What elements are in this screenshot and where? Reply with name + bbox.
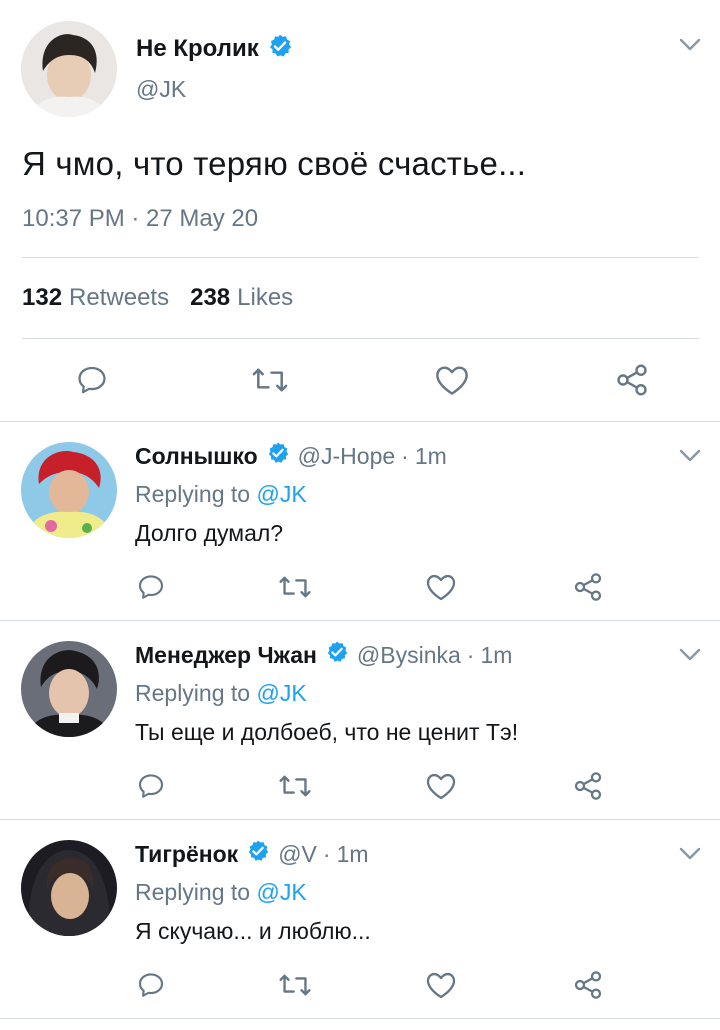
chevron-down-icon[interactable] — [679, 847, 701, 861]
display-name[interactable]: Менеджер Чжан — [135, 642, 317, 669]
separator-dot: · — [322, 840, 331, 867]
reply-tweet[interactable]: Солнышко @J-Hope · 1m Replying to @JK До… — [0, 422, 720, 621]
replying-to: Replying to @JK — [135, 879, 307, 906]
reply-icon[interactable] — [134, 968, 168, 1002]
verified-badge-icon — [246, 839, 270, 869]
handle[interactable]: @J-Hope — [298, 443, 396, 470]
mention-link[interactable]: @JK — [256, 680, 306, 706]
replying-to: Replying to @JK — [135, 481, 307, 508]
retweet-icon[interactable] — [276, 570, 314, 604]
separator-dot: · — [466, 641, 475, 668]
replying-prefix: Replying to — [135, 879, 251, 905]
chevron-down-icon[interactable] — [679, 648, 701, 662]
divider — [22, 338, 699, 339]
display-name[interactable]: Тигрёнок — [135, 841, 238, 868]
chevron-down-icon[interactable] — [679, 38, 701, 52]
chevron-down-icon[interactable] — [679, 449, 701, 463]
tweet-text: Я скучаю... и люблю... — [135, 918, 371, 944]
retweet-icon[interactable] — [248, 360, 292, 400]
relative-time[interactable]: 1m — [337, 841, 369, 868]
retweets-stat[interactable]: 132 Retweets — [22, 284, 169, 312]
engagement-stats: 132 Retweets 238 Likes — [22, 284, 293, 312]
tweet-actions — [0, 570, 720, 604]
verified-badge-icon — [267, 33, 293, 64]
mention-link[interactable]: @JK — [256, 481, 306, 507]
tweet-actions — [0, 769, 720, 803]
main-tweet: Не Кролик @JK Я чмо, что теряю своё счас… — [0, 0, 720, 422]
replying-prefix: Replying to — [135, 481, 251, 507]
tweet-actions — [0, 360, 720, 400]
retweet-icon[interactable] — [276, 769, 314, 803]
retweet-icon[interactable] — [276, 968, 314, 1002]
retweets-count: 132 — [22, 284, 63, 311]
avatar[interactable] — [21, 840, 117, 936]
reply-icon[interactable] — [134, 769, 168, 803]
reply-tweet[interactable]: Тигрёнок @V · 1m Replying to @JK Я скуча… — [0, 820, 720, 1019]
display-name[interactable]: Не Кролик — [136, 35, 259, 63]
tweet-text: Я чмо, что теряю своё счастье... — [22, 145, 527, 182]
handle[interactable]: @Bysinka — [357, 642, 461, 669]
replying-prefix: Replying to — [135, 680, 251, 706]
reply-tweet[interactable]: Менеджер Чжан @Bysinka · 1m Replying to … — [0, 621, 720, 820]
share-icon[interactable] — [612, 360, 652, 400]
relative-time[interactable]: 1m — [480, 642, 512, 669]
separator — [0, 1018, 720, 1019]
share-icon[interactable] — [571, 570, 605, 604]
replying-to: Replying to @JK — [135, 680, 307, 707]
share-icon[interactable] — [571, 968, 605, 1002]
divider — [22, 257, 699, 258]
display-name[interactable]: Солнышко — [135, 443, 258, 470]
heart-icon[interactable] — [424, 570, 458, 604]
share-icon[interactable] — [571, 769, 605, 803]
heart-icon[interactable] — [424, 968, 458, 1002]
retweets-label: Retweets — [69, 284, 170, 311]
likes-stat[interactable]: 238 Likes — [190, 284, 293, 312]
verified-badge-icon — [325, 640, 349, 670]
tweet-text: Долго думал? — [135, 520, 284, 546]
reply-icon[interactable] — [72, 360, 112, 400]
likes-label: Likes — [237, 284, 294, 311]
heart-icon[interactable] — [424, 769, 458, 803]
avatar[interactable] — [21, 641, 117, 737]
tweet-text: Ты еще и долбоеб, что не ценит Тэ! — [135, 719, 519, 745]
handle[interactable]: @V — [278, 841, 317, 868]
relative-time[interactable]: 1m — [415, 443, 447, 470]
heart-icon[interactable] — [432, 360, 472, 400]
handle[interactable]: @JK — [136, 76, 186, 103]
avatar[interactable] — [21, 21, 117, 117]
avatar[interactable] — [21, 442, 117, 538]
tweet-actions — [0, 968, 720, 1002]
reply-icon[interactable] — [134, 570, 168, 604]
separator-dot: · — [401, 442, 409, 469]
timestamp[interactable]: 10:37 PM · 27 May 20 — [22, 205, 258, 233]
verified-badge-icon — [266, 441, 290, 471]
likes-count: 238 — [190, 284, 231, 311]
mention-link[interactable]: @JK — [256, 879, 306, 905]
